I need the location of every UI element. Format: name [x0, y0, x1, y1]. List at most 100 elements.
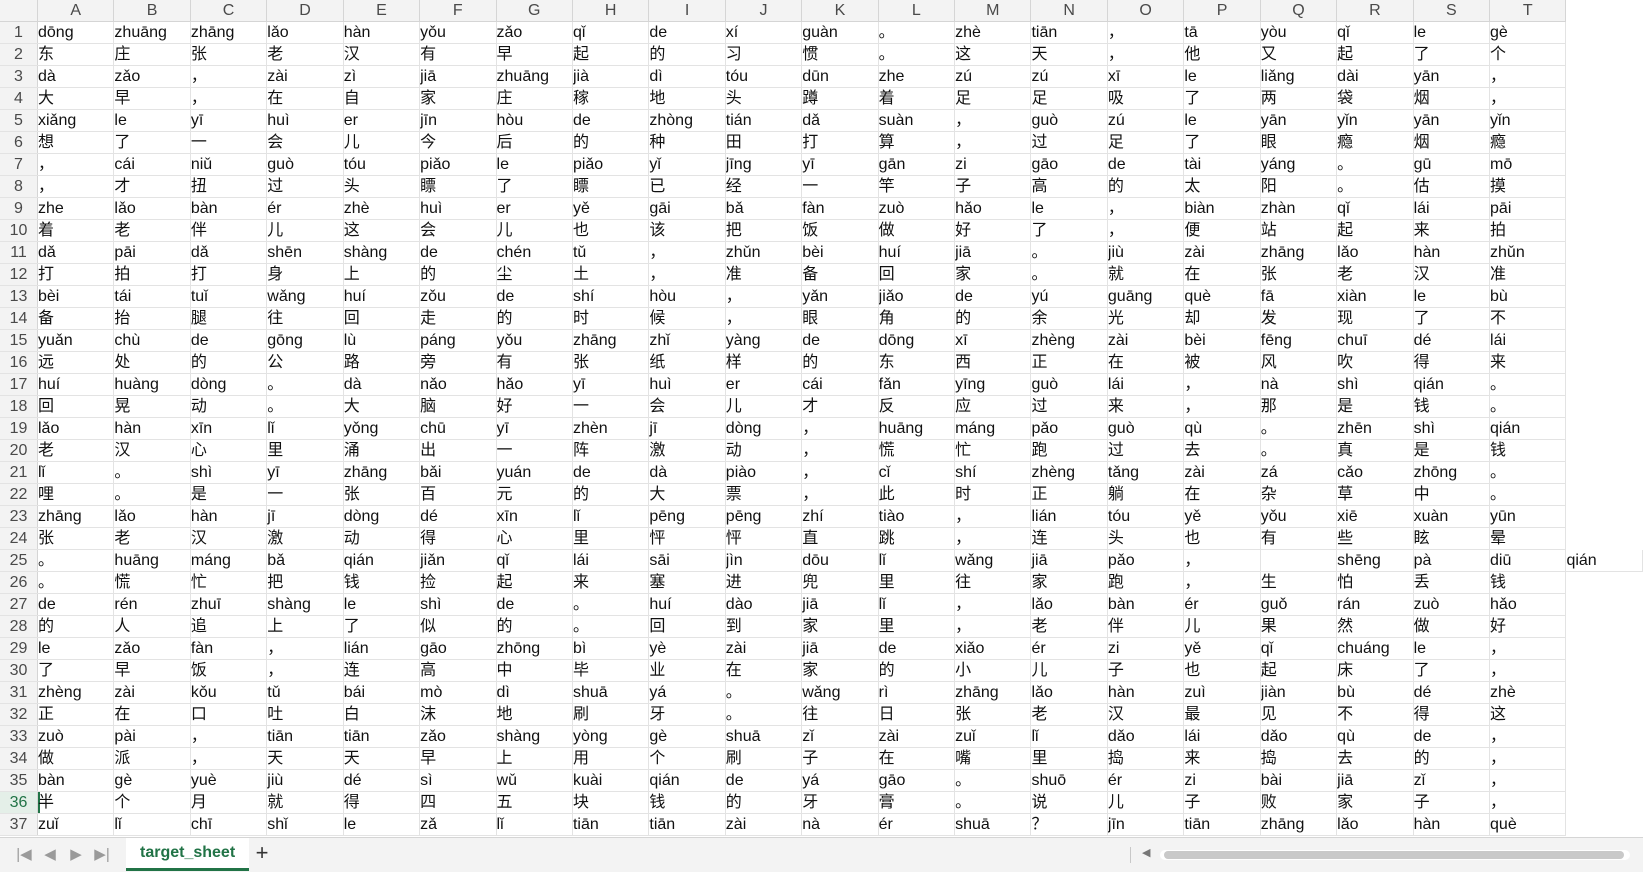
cell[interactable]: 后 [496, 131, 573, 154]
cell[interactable]: 上 [343, 263, 421, 286]
cell[interactable]: 已 [648, 175, 726, 198]
cell[interactable]: zài [725, 637, 803, 660]
column-header-a[interactable]: A [37, 0, 115, 22]
cell[interactable]: máng [954, 417, 1032, 440]
cell[interactable]: yān [1413, 65, 1491, 88]
cell[interactable]: 老 [113, 219, 191, 242]
cell[interactable]: 牙 [648, 703, 726, 726]
cell[interactable]: tǔ [266, 681, 344, 704]
cell[interactable]: 百 [419, 483, 497, 506]
cell[interactable]: 做 [37, 747, 115, 770]
cell[interactable]: 发 [1260, 307, 1338, 330]
cell[interactable]: 的 [37, 615, 115, 638]
cell[interactable]: pēng [725, 505, 803, 528]
cell[interactable]: 候 [648, 307, 726, 330]
cell[interactable]: ， [1183, 395, 1261, 418]
cell[interactable]: 家 [1030, 571, 1108, 594]
spreadsheet-grid[interactable]: ABCDEFGHIJKLMNOPQRST 1 dōng zhuāng zhāng lǎo… [0, 0, 1643, 837]
cell[interactable]: 四 [419, 791, 497, 814]
cell[interactable]: 想 [37, 131, 115, 154]
cell[interactable]: 捡 [419, 571, 497, 594]
cell[interactable]: dé [1413, 329, 1491, 352]
row-header[interactable]: 27 [0, 593, 38, 616]
cell[interactable]: lǐ [496, 813, 573, 836]
cell[interactable]: shēng [1336, 549, 1414, 572]
cell[interactable]: 的 [419, 263, 497, 286]
cell[interactable]: 牙 [801, 791, 879, 814]
cell[interactable]: 习 [725, 43, 803, 66]
cell[interactable]: ， [801, 483, 879, 506]
cell[interactable]: 过 [1030, 395, 1108, 418]
cell[interactable]: 的 [190, 351, 268, 374]
cell[interactable]: 连 [1030, 527, 1108, 550]
cell[interactable]: chù [113, 329, 191, 352]
cell[interactable]: 是 [190, 483, 268, 506]
cell[interactable]: gāi [648, 197, 726, 220]
cell[interactable]: 应 [954, 395, 1032, 418]
cell[interactable]: 足 [1030, 87, 1108, 110]
cell[interactable]: 老 [266, 43, 344, 66]
cell[interactable]: gè [113, 769, 191, 792]
cell[interactable]: 起 [1336, 219, 1414, 242]
cell[interactable]: 烟 [1413, 131, 1491, 154]
cell[interactable]: shí [954, 461, 1032, 484]
cell[interactable]: 。 [954, 791, 1032, 814]
cell[interactable]: ， [725, 307, 803, 330]
cell[interactable]: zhèn [572, 417, 650, 440]
cell[interactable]: 汉 [343, 43, 421, 66]
cell[interactable]: dì [648, 65, 726, 88]
cell[interactable]: zhōng [1413, 461, 1491, 484]
cell[interactable]: huì [419, 197, 497, 220]
cell[interactable]: zǐ [1413, 769, 1491, 792]
row-header[interactable]: 2 [0, 43, 38, 66]
cell[interactable]: jià [572, 65, 650, 88]
cell[interactable]: 备 [801, 263, 879, 286]
cell[interactable]: qián [648, 769, 726, 792]
cell[interactable]: 汉 [190, 527, 268, 550]
cell[interactable]: 足 [1107, 131, 1185, 154]
cell[interactable]: diū [1489, 549, 1567, 572]
cell[interactable]: 的 [496, 615, 573, 638]
cell[interactable]: 是 [1336, 395, 1414, 418]
cell[interactable]: hòu [648, 285, 726, 308]
cell[interactable]: ， [1183, 571, 1261, 594]
cell[interactable]: de [572, 109, 650, 132]
cell[interactable]: zuǐ [37, 813, 115, 836]
cell[interactable]: 个 [648, 747, 726, 770]
cell[interactable]: 过 [266, 175, 344, 198]
cell[interactable]: lái [1107, 373, 1185, 396]
cell[interactable]: 庄 [496, 87, 573, 110]
cell[interactable]: 有 [419, 43, 497, 66]
cell[interactable]: de [878, 637, 956, 660]
row-header[interactable]: 18 [0, 395, 38, 418]
cell[interactable]: huāng [113, 549, 191, 572]
cell[interactable]: 一 [572, 395, 650, 418]
cell[interactable]: 老 [1030, 615, 1108, 638]
cell[interactable]: shàng [343, 241, 421, 264]
column-header-b[interactable]: B [113, 0, 191, 22]
cell[interactable]: guāng [1107, 285, 1185, 308]
cell[interactable]: zài [1183, 461, 1261, 484]
row-header[interactable]: 25 [0, 549, 38, 572]
cell[interactable]: mō [1489, 153, 1567, 176]
cell[interactable]: zi [1183, 769, 1261, 792]
cell[interactable]: jiā [801, 637, 879, 660]
cell[interactable]: piǎo [419, 153, 497, 176]
cell[interactable]: zǎo [113, 637, 191, 660]
cell[interactable]: 。 [266, 373, 344, 396]
cell[interactable]: 真 [1336, 439, 1414, 462]
cell[interactable]: tiān [266, 725, 344, 748]
cell[interactable]: lǎo [1336, 241, 1414, 264]
column-header-r[interactable]: R [1336, 0, 1414, 22]
cell[interactable]: yī [190, 109, 268, 132]
cell[interactable]: jī [648, 417, 726, 440]
cell[interactable]: 个 [113, 791, 191, 814]
row-header[interactable]: 30 [0, 659, 38, 682]
cell[interactable]: 刷 [725, 747, 803, 770]
cell[interactable]: zhāng [1260, 813, 1338, 836]
cell[interactable]: 在 [1107, 351, 1185, 374]
cell[interactable]: nà [1260, 373, 1338, 396]
cell[interactable]: 把 [266, 571, 344, 594]
cell[interactable]: zhǔn [1489, 241, 1567, 264]
cell[interactable]: 子 [1183, 791, 1261, 814]
